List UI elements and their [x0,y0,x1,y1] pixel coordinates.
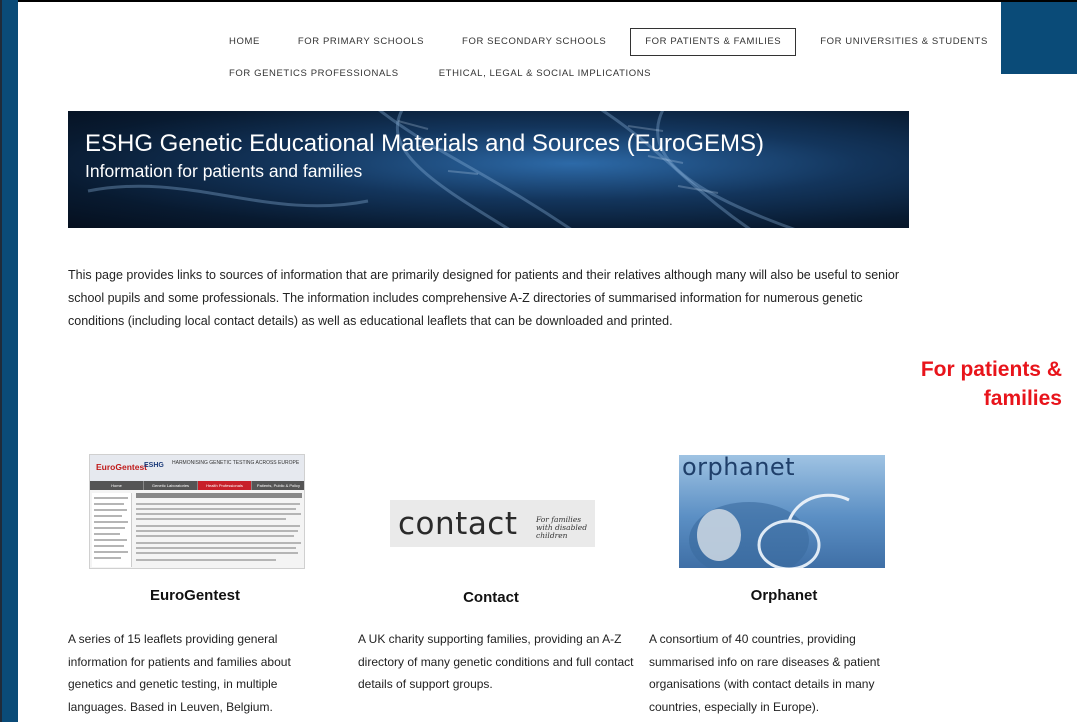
page-banner: ESHG Genetic Educational Materials and S… [68,111,909,228]
contact-tagline: For families with disabled children [536,516,595,540]
card-title-contact[interactable]: Contact [358,589,624,606]
nav-row-2: FOR GENETICS PROFESSIONALS ETHICAL, LEGA… [215,60,985,88]
contact-tagline-line2: with disabled children [536,523,588,540]
eurogentest-sidebar [92,493,132,567]
card-desc-contact: A UK charity supporting families, provid… [358,632,634,691]
nav-patients-families[interactable]: FOR PATIENTS & FAMILIES [630,28,797,56]
eurogentest-thumbnail[interactable]: EuroGentest ESHG HARMONISING GENETIC TES… [89,454,305,569]
corner-accent-box [1001,2,1077,74]
nav-universities-students[interactable]: FOR UNIVERSITIES & STUDENTS [806,28,1002,56]
orphanet-thumbnail[interactable]: orphanet [679,455,885,568]
left-bar-edge [0,0,2,722]
eurogentest-tagline: HARMONISING GENETIC TESTING ACROSS EUROP… [172,460,300,466]
contact-wordmark: contact [398,506,518,542]
nav-row-1: HOME FOR PRIMARY SCHOOLS FOR SECONDARY S… [215,28,987,56]
orphanet-wordmark: orphanet [682,455,796,481]
banner-subtitle: Information for patients and families [85,161,363,181]
nav-primary-schools[interactable]: FOR PRIMARY SCHOOLS [284,28,438,56]
eurogentest-content-header [136,493,302,498]
nav-home[interactable]: HOME [215,28,274,56]
nav-secondary-schools[interactable]: FOR SECONDARY SCHOOLS [448,28,620,56]
card-desc-orphanet: A consortium of 40 countries, providing … [649,632,880,714]
page-top-border [0,0,1077,2]
side-note-label: For patients & families [920,358,1062,410]
intro-paragraph: This page provides links to sources of i… [68,268,899,328]
eurogentest-tab: Genetic Laboratories [144,481,198,490]
eurogentest-logo: EuroGentest [96,462,148,472]
nav-genetics-professionals[interactable]: FOR GENETICS PROFESSIONALS [215,60,413,88]
banner-title: ESHG Genetic Educational Materials and S… [85,130,764,157]
left-accent-bar [0,0,18,722]
eurogentest-tab: Health Professionals [198,481,252,490]
main-navigation: HOME FOR PRIMARY SCHOOLS FOR SECONDARY S… [215,28,987,92]
eurogentest-tab: Home [90,481,144,490]
card-title-eurogentest[interactable]: EuroGentest [68,587,322,604]
nav-elsi[interactable]: ETHICAL, LEGAL & SOCIAL IMPLICATIONS [425,60,665,88]
contact-thumbnail[interactable]: contact For families with disabled child… [390,500,595,547]
eurogentest-tabs: Home Genetic Laboratories Health Profess… [90,481,304,490]
eurogentest-tab: Patients, Public & Policy [252,481,304,490]
eshg-logo: ESHG [144,462,164,469]
card-title-orphanet[interactable]: Orphanet [649,587,919,604]
card-desc-eurogentest: A series of 15 leaflets providing genera… [68,632,291,714]
